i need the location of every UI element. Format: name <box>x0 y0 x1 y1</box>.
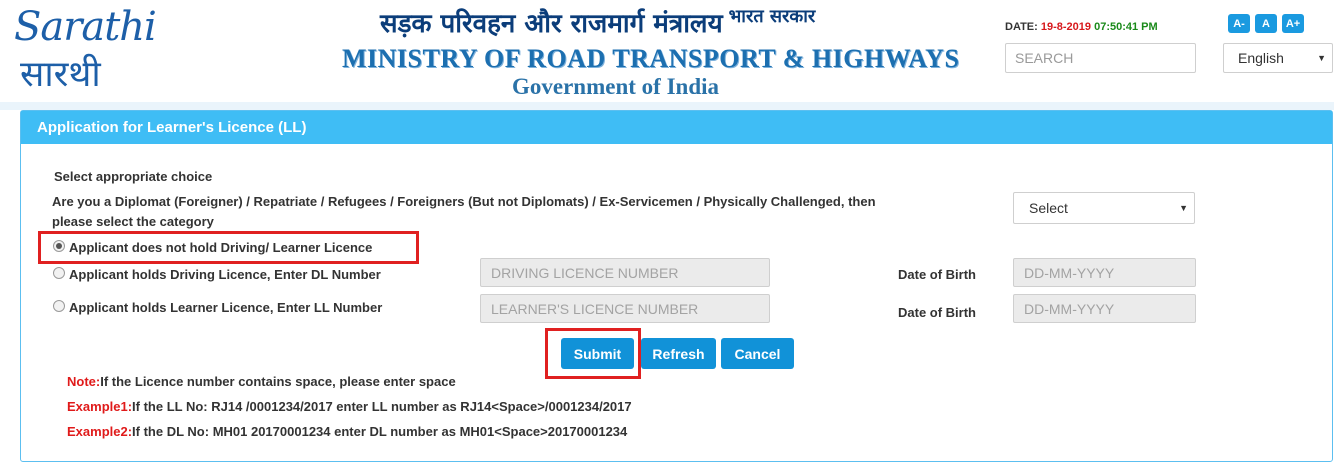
chevron-down-icon: ▼ <box>1317 53 1326 63</box>
category-question-line1: Are you a Diplomat (Foreigner) / Repatri… <box>52 194 876 209</box>
page: Sarathi सारथी सड़क परिवहन और राजमार्ग मं… <box>0 0 1334 467</box>
government-name-hindi: भारत सरकार <box>728 6 816 27</box>
dob-input-ll[interactable] <box>1013 294 1196 323</box>
dob-label-ll: Date of Birth <box>898 305 976 320</box>
category-question-line2: please select the category <box>52 214 214 229</box>
category-select-value: Select <box>1029 200 1068 216</box>
refresh-button[interactable]: Refresh <box>641 338 716 369</box>
date-label: DATE: <box>1005 21 1041 33</box>
ministry-name-hindi: सड़क परिवहन और राजमार्ग मंत्रालय <box>380 9 723 39</box>
option-no-licence-label: Applicant does not hold Driving/ Learner… <box>69 240 373 255</box>
ll-application-panel: Application for Learner's Licence (LL) S… <box>20 110 1333 462</box>
example1-label: Example1: <box>67 399 133 414</box>
ministry-title-en: MINISTRY OF ROAD TRANSPORT & HIGHWAYS <box>342 44 960 73</box>
radio-no-licence[interactable] <box>53 240 65 252</box>
submit-button[interactable]: Submit <box>561 338 634 369</box>
dl-number-input[interactable] <box>480 258 770 287</box>
cancel-button[interactable]: Cancel <box>721 338 794 369</box>
dob-label-dl: Date of Birth <box>898 267 976 282</box>
language-select[interactable]: English ▼ <box>1223 43 1333 73</box>
site-header: Sarathi सारथी सड़क परिवहन और राजमार्ग मं… <box>0 0 1334 108</box>
radio-holds-dl[interactable] <box>53 267 65 279</box>
select-choice-label: Select appropriate choice <box>54 169 213 184</box>
example1-text: If the LL No: RJ14 /0001234/2017 enter L… <box>132 399 632 414</box>
example2-line: Example2:If the DL No: MH01 20170001234 … <box>67 424 627 439</box>
dob-input-dl[interactable] <box>1013 258 1196 287</box>
language-value: English <box>1238 50 1284 66</box>
note-text: If the Licence number contains space, pl… <box>100 374 456 389</box>
option-holds-ll-label: Applicant holds Learner Licence, Enter L… <box>69 300 383 315</box>
example2-label: Example2: <box>67 424 133 439</box>
font-increase-button[interactable]: A+ <box>1282 14 1304 33</box>
ministry-title-hindi: सड़क परिवहन और राजमार्ग मंत्रालय भारत सरक… <box>380 4 815 40</box>
font-decrease-button[interactable]: A- <box>1228 14 1250 33</box>
example1-line: Example1:If the LL No: RJ14 /0001234/201… <box>67 399 632 414</box>
sarathi-logo[interactable]: Sarathi सारथी <box>14 4 157 98</box>
category-select[interactable]: Select ▼ <box>1013 192 1195 224</box>
option-holds-dl-label: Applicant holds Driving Licence, Enter D… <box>69 267 381 282</box>
ll-number-input[interactable] <box>480 294 770 323</box>
chevron-down-icon: ▼ <box>1179 203 1188 213</box>
example2-text: If the DL No: MH01 20170001234 enter DL … <box>132 424 628 439</box>
radio-holds-ll[interactable] <box>53 300 65 312</box>
search-input[interactable] <box>1005 43 1196 73</box>
government-name-en: Government of India <box>512 74 719 99</box>
date-value: 19-8-2019 <box>1040 21 1092 33</box>
note-line: Note:If the Licence number contains spac… <box>67 374 456 389</box>
note-label: Note: <box>67 374 101 389</box>
font-size-controls: A- A A+ <box>1228 14 1304 33</box>
time-value: 07:50:41 PM <box>1094 21 1158 33</box>
date-time-display: DATE: 19-8-2019 07:50:41 PM <box>1005 21 1158 33</box>
logo-text-hi: सारथी <box>20 54 101 95</box>
header-divider <box>0 102 1334 110</box>
font-normal-button[interactable]: A <box>1255 14 1277 33</box>
logo-text-en: Sarathi <box>14 4 157 50</box>
panel-title: Application for Learner's Licence (LL) <box>21 111 1332 144</box>
